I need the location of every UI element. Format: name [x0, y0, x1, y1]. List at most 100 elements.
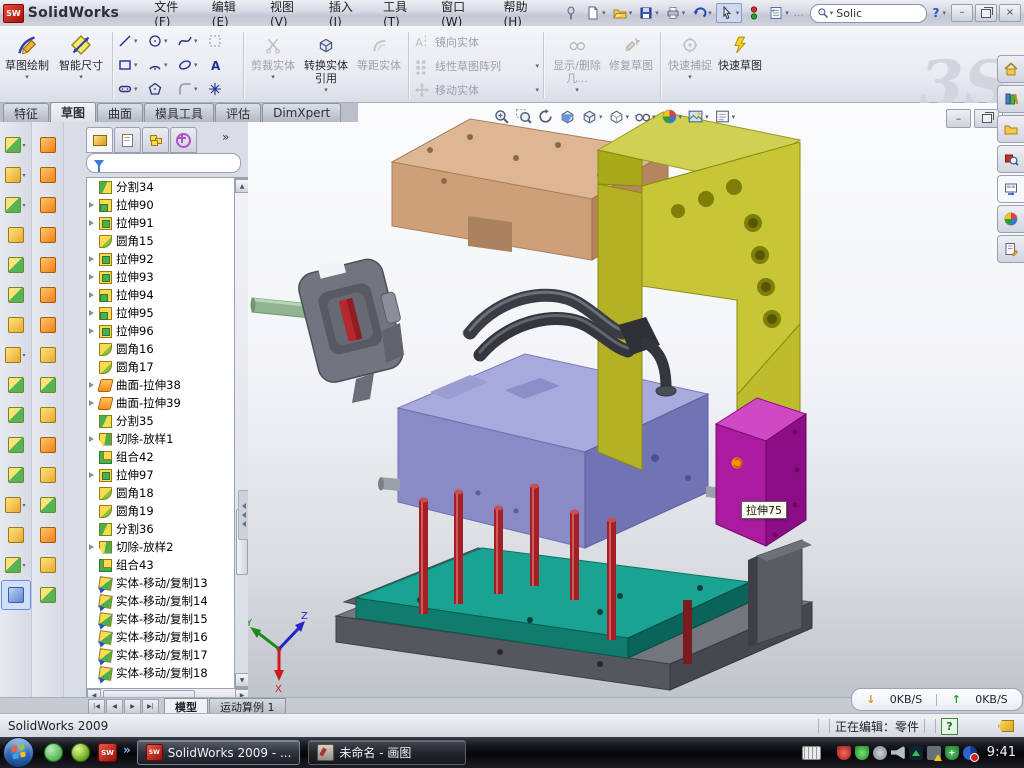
extruded-cut-button[interactable]: ▾	[1, 160, 31, 190]
tree-item[interactable]: 拉伸91	[87, 214, 249, 232]
custom-properties-tab[interactable]	[997, 235, 1024, 263]
tree-item[interactable]: 拉伸93	[87, 268, 249, 286]
extruded-boss-button[interactable]: ▾	[1, 130, 31, 160]
combine-button[interactable]	[1, 430, 31, 460]
input-method-keyboard-icon[interactable]	[802, 746, 821, 760]
surface-loft-button[interactable]	[33, 370, 63, 400]
undo-button[interactable]: ▾	[689, 4, 714, 22]
expand-arrow-icon[interactable]	[89, 328, 98, 334]
tree-item[interactable]: 组合42	[87, 448, 249, 466]
rotate-view-button[interactable]	[536, 107, 555, 126]
tree-item[interactable]: 分割34	[87, 178, 249, 196]
ribbon-tab-0[interactable]: 特征	[3, 103, 49, 122]
rectangle-button[interactable]: ▾	[117, 53, 147, 77]
doc-minimize-button[interactable]: –	[946, 109, 971, 128]
help-button[interactable]: ?	[933, 6, 940, 20]
lofted-boss-button[interactable]	[33, 220, 63, 250]
appearances-scenes-tab[interactable]	[997, 205, 1024, 233]
tree-item[interactable]: 拉伸90	[87, 196, 249, 214]
smart-dimension-button[interactable]: 智能尺寸 ▾	[55, 28, 107, 102]
options-list-button[interactable]: ▾	[766, 4, 791, 22]
solidworks-resources-tab[interactable]	[997, 55, 1024, 83]
tree-item[interactable]: 拉伸92	[87, 250, 249, 268]
ribbon-tab-1[interactable]: 草图	[50, 102, 96, 122]
ribbon-tab-4[interactable]: 评估	[215, 103, 261, 122]
quick-launch-messenger-icon[interactable]	[44, 743, 63, 762]
instant3d-button[interactable]	[1, 580, 31, 610]
tree-item[interactable]: 实体-移动/复制18	[87, 664, 249, 682]
mirror-entities-button[interactable]: A 镜向实体	[413, 30, 539, 54]
study-tab-0[interactable]: 模型	[164, 698, 208, 714]
volume-icon[interactable]	[891, 746, 905, 760]
point-button[interactable]	[207, 77, 237, 101]
save-button[interactable]: ▾	[636, 4, 661, 22]
task-button-paint[interactable]: 未命名 - 画图	[308, 740, 466, 765]
model-cavity-plate[interactable]	[378, 354, 724, 548]
quick-launch-solidworks-icon[interactable]: SW	[98, 743, 117, 762]
tree-item[interactable]: 拉伸97	[87, 466, 249, 484]
offset-entities-button[interactable]: 等距实体	[355, 28, 403, 102]
linear-sketch-pattern-button[interactable]: 线性草图阵列 ▾	[413, 54, 539, 78]
offset-surface-button[interactable]	[33, 460, 63, 490]
tree-item[interactable]: 实体-移动/复制16	[87, 628, 249, 646]
expand-arrow-icon[interactable]	[89, 274, 98, 280]
tree-item[interactable]: 圆角16	[87, 340, 249, 358]
chamfer-button[interactable]	[1, 220, 31, 250]
security-shield-green-icon[interactable]	[855, 746, 869, 760]
view-orientation-button[interactable]: ▾	[580, 107, 604, 126]
tree-filter-input[interactable]	[86, 153, 241, 173]
tree-item[interactable]: 拉伸96	[87, 322, 249, 340]
tree-item[interactable]: 实体-移动/复制15	[87, 610, 249, 628]
study-nav-button-0[interactable]: |◀	[88, 699, 105, 714]
tree-item[interactable]: 分割35	[87, 412, 249, 430]
rib-button[interactable]	[1, 250, 31, 280]
convert-entities-button[interactable]: 转换实体引用 ▾	[299, 28, 353, 102]
update-gear-icon[interactable]	[873, 746, 887, 760]
print-button[interactable]: ▾	[663, 4, 688, 22]
toolbar-overflow[interactable]: …	[794, 8, 804, 19]
linear-pattern-button[interactable]: ▾	[1, 340, 31, 370]
quick-launch-antivirus-icon[interactable]	[71, 743, 90, 762]
restore-button[interactable]	[975, 4, 997, 22]
ellipse-button[interactable]: ▾	[177, 53, 207, 77]
freeform-button[interactable]	[33, 550, 63, 580]
property-manager-tab[interactable]	[114, 127, 141, 153]
boundary-boss-button[interactable]	[33, 250, 63, 280]
doc-restore-button[interactable]	[974, 109, 999, 128]
body-move-copy-button[interactable]	[1, 460, 31, 490]
scroll-down-button[interactable]: ▼	[235, 673, 249, 687]
zoom-fit-button[interactable]	[492, 107, 511, 126]
spline-surface-button[interactable]	[33, 580, 63, 610]
model-core-insert[interactable]	[251, 249, 412, 403]
polygon-button[interactable]	[147, 77, 177, 101]
tree-item[interactable]: 圆角18	[87, 484, 249, 502]
open-button[interactable]: ▾	[610, 4, 635, 22]
upload-arrow-icon[interactable]	[909, 746, 923, 760]
tree-item[interactable]: 曲面-拉伸38	[87, 376, 249, 394]
taskbar-clock[interactable]: 9:41	[987, 745, 1016, 760]
tree-item[interactable]: 实体-移动/复制17	[87, 646, 249, 664]
tree-item[interactable]: 分割36	[87, 520, 249, 538]
display-delete-relations-button[interactable]: 显示/删除几... ▾	[549, 28, 605, 102]
draft-button[interactable]	[1, 280, 31, 310]
shell-button[interactable]	[1, 310, 31, 340]
swept-boss-button[interactable]	[33, 190, 63, 220]
tree-item[interactable]: 切除-放样2	[87, 538, 249, 556]
surface-revolve-button[interactable]	[33, 310, 63, 340]
file-explorer-tab[interactable]	[997, 115, 1024, 143]
surface-extrude-button[interactable]	[33, 280, 63, 310]
spline-tool-button[interactable]: ▾	[1, 550, 31, 580]
section-view-button[interactable]	[558, 107, 577, 126]
tags-icon[interactable]	[998, 720, 1014, 732]
task-button-solidworks[interactable]: SWSolidWorks 2009 - ...	[137, 740, 301, 765]
tree-item[interactable]: 实体-移动/复制13	[87, 574, 249, 592]
solidworks-search-tab[interactable]	[997, 145, 1024, 173]
start-button[interactable]	[3, 737, 34, 768]
box-select-button[interactable]	[207, 29, 237, 53]
tree-item[interactable]: 实体-移动/复制14	[87, 592, 249, 610]
rapid-sketch-button[interactable]: 快速草图	[716, 28, 764, 102]
display-style-button[interactable]: ▾	[607, 107, 631, 126]
revolved-cut-button[interactable]	[33, 160, 63, 190]
status-help-icon[interactable]: ?	[941, 718, 958, 735]
curve-button[interactable]	[1, 520, 31, 550]
